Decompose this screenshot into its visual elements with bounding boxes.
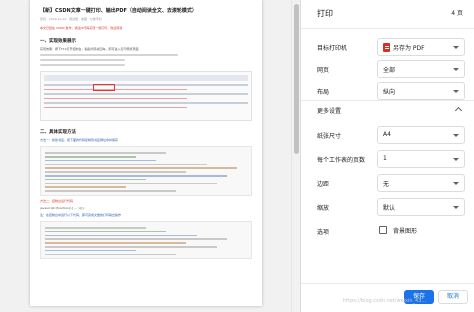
chevron-up-icon <box>454 106 463 115</box>
layout-label: 布局 <box>317 89 330 96</box>
doc-section-heading: 一、实现效果展示 <box>40 39 76 44</box>
doc-text-line <box>40 64 125 66</box>
margins-value: 无 <box>383 181 390 188</box>
page-count: 4 页 <box>451 10 463 17</box>
doc-notice: 本文已经在 CSDN 发布，通过JS代码实现一键打印，欢迎转载 <box>40 26 123 30</box>
pages-select[interactable]: 全部 <box>377 60 465 78</box>
pages-label: 网页 <box>317 67 330 74</box>
doc-paragraph: 实现效果：按下F12打开控制台，粘贴代码并回车，即可进入打印预览界面 <box>40 47 139 51</box>
doc-text-line <box>40 59 125 61</box>
divider <box>301 28 474 29</box>
margins-select[interactable]: 无 <box>377 174 465 192</box>
scale-value: 默认 <box>383 205 396 212</box>
chevron-down-icon <box>453 134 459 137</box>
more-settings-label: 更多设置 <box>317 108 342 115</box>
pages-value: 全部 <box>383 67 396 74</box>
chevron-down-icon <box>453 46 459 49</box>
doc-title: 【新】CSDN文章一键打印、输出PDF（自动阅读全文、去滚轮模式） <box>40 8 197 14</box>
doc-text-line <box>40 54 178 56</box>
doc-code-block <box>40 146 252 196</box>
doc-paragraph: 方法一：新建书签，把下面的代码复制到书签网址中并保存 <box>40 138 119 142</box>
paper-size-select[interactable]: A4 <box>377 126 465 144</box>
margins-row: 边距 无 <box>301 172 474 194</box>
doc-screenshot-image <box>40 71 252 121</box>
chevron-down-icon <box>453 90 459 93</box>
pages-per-sheet-value: 1 <box>383 155 387 162</box>
layout-select[interactable]: 纵向 <box>377 82 465 100</box>
doc-code-block <box>40 220 252 260</box>
doc-paragraph: javascript:(function(){ ... })(); <box>40 205 85 210</box>
doc-section-heading: 二、具体实现方法 <box>40 130 76 135</box>
print-title: 打印 <box>317 9 333 18</box>
options-row: 选项 背景图形 <box>301 220 474 242</box>
layout-row: 布局 纵向 <box>301 80 474 102</box>
background-graphics-checkbox[interactable] <box>379 226 387 234</box>
preview-scrollbar[interactable] <box>291 0 300 312</box>
paper-size-label: 纸张尺寸 <box>317 133 342 140</box>
chevron-down-icon <box>453 158 459 161</box>
scale-select[interactable]: 默认 <box>377 198 465 216</box>
scale-row: 缩放 默认 <box>301 196 474 218</box>
scale-label: 缩放 <box>317 205 330 212</box>
destination-value: 另存为 PDF <box>393 45 425 52</box>
chevron-down-icon <box>453 206 459 209</box>
settings-header: 打印 4 页 <box>301 0 474 28</box>
divider <box>301 283 474 284</box>
doc-meta: 原创 · 2019-10-10 · 阅读数 · 收藏 · 分类专栏 <box>40 17 102 21</box>
pages-per-sheet-select[interactable]: 1 <box>377 150 465 168</box>
destination-row: 目标打印机 另存为 PDF <box>301 36 474 58</box>
layout-value: 纵向 <box>383 89 396 96</box>
options-label: 选项 <box>317 229 330 236</box>
print-preview-pane: 【新】CSDN文章一键打印、输出PDF（自动阅读全文、去滚轮模式） 原创 · 2… <box>0 0 300 312</box>
cancel-button[interactable]: 取消 <box>438 290 468 304</box>
pages-row: 网页 全部 <box>301 58 474 80</box>
paper-size-row: 纸张尺寸 A4 <box>301 124 474 146</box>
more-settings-toggle[interactable]: 更多设置 <box>301 101 474 119</box>
margins-label: 边距 <box>317 181 330 188</box>
chevron-down-icon <box>453 68 459 71</box>
background-graphics-label: 背景图形 <box>393 228 418 235</box>
doc-paragraph: 方法二：控制台运行代码 <box>40 198 74 203</box>
pages-per-sheet-row: 每个工作表的页数 1 <box>301 148 474 170</box>
preview-scroll-thumb[interactable] <box>294 4 299 154</box>
print-settings-pane: 打印 4 页 目标打印机 另存为 PDF 网页 全部 布局 纵向 更多设置 纸张… <box>300 0 474 312</box>
pages-per-sheet-label: 每个工作表的页数 <box>317 157 366 164</box>
chevron-down-icon <box>453 182 459 185</box>
preview-page: 【新】CSDN文章一键打印、输出PDF（自动阅读全文、去滚轮模式） 原创 · 2… <box>30 0 262 306</box>
destination-label: 目标打印机 <box>317 45 348 52</box>
pdf-icon <box>383 43 390 52</box>
paper-size-value: A4 <box>383 131 391 138</box>
doc-paragraph: 注：在控制台中运行以下代码，即可完成文章的打印输出操作 <box>40 212 122 217</box>
watermark-text: https://blog.csdn.net/weixin_43... <box>343 298 427 304</box>
destination-select[interactable]: 另存为 PDF <box>377 38 465 56</box>
